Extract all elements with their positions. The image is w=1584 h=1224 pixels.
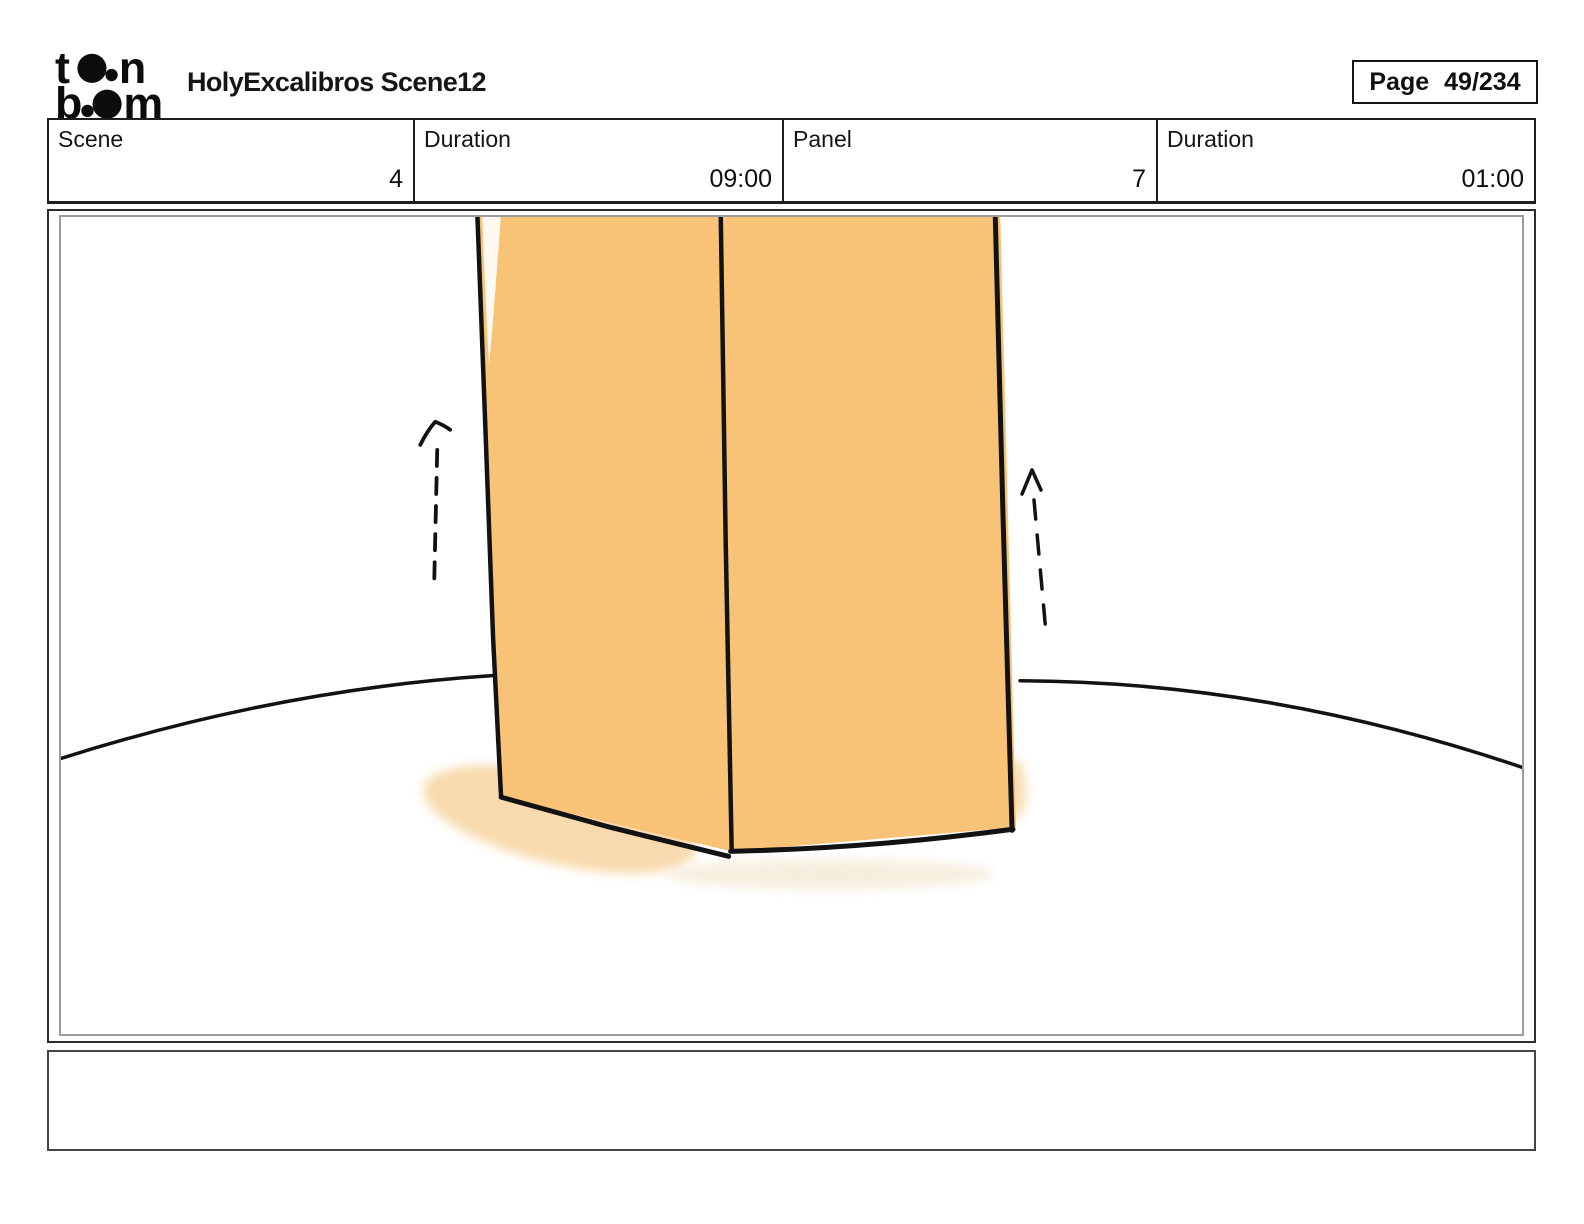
info-cell-scene: Scene 4 (49, 120, 413, 201)
storyboard-page: t n b m HolyExcalibros Scene12 Page 49/2… (0, 0, 1584, 1224)
storyboard-panel (47, 209, 1536, 1043)
caption-box (47, 1050, 1536, 1151)
project-title: HolyExcalibros Scene12 (187, 67, 487, 97)
panel-value: 7 (1132, 165, 1147, 193)
panel-inner-frame (59, 215, 1524, 1036)
motion-arrow-left-shaft (432, 447, 440, 584)
scene-duration-value: 09:00 (709, 165, 773, 193)
logo-letter-b: b (55, 79, 82, 120)
ground-soft-shadow (664, 859, 995, 890)
info-cell-scene-duration: Duration 09:00 (413, 120, 782, 201)
logo-dot-small-2 (81, 104, 94, 118)
pillar-fill (478, 217, 1017, 852)
motion-arrow-right-head (1020, 468, 1043, 496)
info-cell-panel: Panel 7 (782, 120, 1156, 201)
logo-letter-m: m (123, 79, 163, 120)
panel-duration-value: 01:00 (1461, 165, 1524, 193)
horizon-line-left (61, 673, 494, 761)
scene-value: 4 (389, 165, 404, 193)
motion-arrow-right-shaft (1032, 498, 1048, 635)
motion-arrow-left-head (418, 419, 453, 447)
page-indicator: Page 49/234 (1352, 60, 1538, 104)
info-cell-panel-duration: Duration 01:00 (1156, 120, 1534, 201)
scene-duration-label: Duration (424, 126, 511, 152)
logo-dot-small-1 (105, 68, 118, 82)
panel-label: Panel (793, 126, 852, 152)
scene-label: Scene (58, 126, 124, 152)
page-number: 49/234 (1444, 67, 1521, 96)
logo-dot-large-2 (92, 89, 122, 119)
horizon-line-right (1018, 678, 1522, 770)
info-table: Scene 4 Duration 09:00 Panel 7 Duration … (47, 118, 1536, 204)
page-label: Page (1369, 67, 1430, 96)
toonboom-logo: t n b m (55, 48, 163, 120)
panel-duration-label: Duration (1167, 126, 1254, 152)
storyboard-drawing (61, 217, 1522, 890)
